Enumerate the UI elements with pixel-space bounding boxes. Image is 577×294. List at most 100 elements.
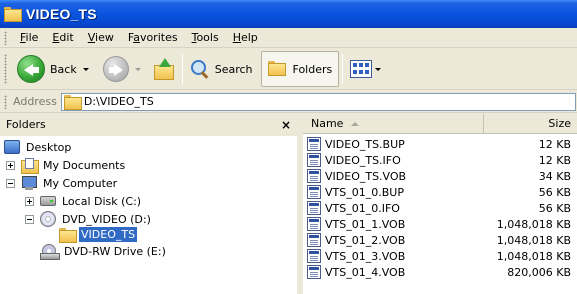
file-size: 820,006 KB xyxy=(507,265,571,279)
file-size: 1,048,018 KB xyxy=(496,233,571,247)
folders-pane-header: Folders × xyxy=(0,114,297,136)
dvd-disc-icon xyxy=(40,211,56,227)
file-list-pane: Name Size VIDEO_TS.BUP 12 KB VIDEO_TS.IF… xyxy=(303,114,577,294)
collapse-icon[interactable] xyxy=(25,214,34,224)
window-title: VIDEO_TS xyxy=(26,6,97,22)
menu-tools[interactable]: Tools xyxy=(185,29,226,47)
dvd-drive-icon xyxy=(40,244,60,260)
folder-open-icon xyxy=(59,227,77,243)
menu-favorites-post: vorites xyxy=(139,30,178,44)
file-name: VTS_01_0.IFO xyxy=(325,201,400,215)
hard-disk-icon xyxy=(40,196,56,206)
toolbar-grip[interactable] xyxy=(4,54,7,84)
tree-item-dvd-rw-e[interactable]: DVD-RW Drive (E:) xyxy=(40,242,168,260)
tree-item-label: Local Disk (C:) xyxy=(62,194,142,208)
tree-item-my-computer[interactable]: My Computer xyxy=(6,174,119,192)
file-row[interactable]: VTS_01_0.BUP 56 KB xyxy=(303,184,577,200)
menu-view-label: iew xyxy=(95,30,114,44)
file-icon xyxy=(307,217,321,231)
column-header-name[interactable]: Name xyxy=(303,114,484,133)
close-icon[interactable]: × xyxy=(281,118,291,132)
search-label: Search xyxy=(214,62,253,76)
folders-pane-title: Folders xyxy=(6,118,46,131)
menu-favorites[interactable]: Favorites xyxy=(121,29,185,47)
views-button[interactable] xyxy=(346,51,385,87)
views-dropdown-icon[interactable] xyxy=(375,67,382,71)
file-size: 34 KB xyxy=(538,169,571,183)
folder-icon xyxy=(4,7,22,22)
file-name: VTS_01_4.VOB xyxy=(325,265,406,279)
address-input[interactable]: D:\VIDEO_TS xyxy=(60,92,576,111)
file-name: VIDEO_TS.IFO xyxy=(325,153,401,167)
tree-item-local-disk-c[interactable]: Local Disk (C:) xyxy=(25,192,143,210)
file-icon xyxy=(307,153,321,167)
list-header: Name Size xyxy=(303,114,577,134)
toolbar-grip[interactable] xyxy=(4,30,7,45)
file-icon xyxy=(307,265,321,279)
file-row[interactable]: VTS_01_3.VOB 1,048,018 KB xyxy=(303,248,577,264)
desktop-icon xyxy=(4,140,20,154)
forward-button[interactable] xyxy=(99,51,145,87)
file-name: VTS_01_2.VOB xyxy=(325,233,406,247)
back-dropdown-icon[interactable] xyxy=(82,67,89,71)
file-name: VTS_01_1.VOB xyxy=(325,217,406,231)
file-name: VIDEO_TS.BUP xyxy=(325,137,405,151)
back-button[interactable]: Back xyxy=(13,51,93,87)
my-documents-icon xyxy=(21,158,39,174)
file-row[interactable]: VIDEO_TS.IFO 12 KB xyxy=(303,152,577,168)
file-row[interactable]: VIDEO_TS.VOB 34 KB xyxy=(303,168,577,184)
tree-item-label: Desktop xyxy=(26,140,72,154)
menu-view[interactable]: View xyxy=(81,29,121,47)
file-row[interactable]: VTS_01_1.VOB 1,048,018 KB xyxy=(303,216,577,232)
file-icon xyxy=(307,169,321,183)
tree-item-desktop[interactable]: Desktop xyxy=(4,138,73,156)
tree-item-video-ts[interactable]: VIDEO_TS xyxy=(59,225,138,243)
menu-edit-label: dit xyxy=(59,30,74,44)
folder-icon xyxy=(63,95,82,110)
collapse-icon[interactable] xyxy=(6,178,15,188)
folders-label: Folders xyxy=(292,62,333,76)
menu-file[interactable]: File xyxy=(13,29,45,47)
folders-button[interactable]: Folders xyxy=(260,51,340,87)
title-bar[interactable]: VIDEO_TS xyxy=(0,0,577,28)
tree-item-label: My Computer xyxy=(43,176,118,190)
folders-icon xyxy=(267,61,288,77)
tree-item-my-documents[interactable]: My Documents xyxy=(6,156,127,174)
menu-tools-label: ools xyxy=(196,30,219,44)
toolbar-grip[interactable] xyxy=(4,94,7,109)
sort-ascending-icon xyxy=(351,121,360,126)
menu-bar: File Edit View Favorites Tools Help xyxy=(0,28,577,48)
menu-file-label: ile xyxy=(25,30,39,44)
column-header-size[interactable]: Size xyxy=(484,114,577,133)
tree-item-label: My Documents xyxy=(43,158,126,172)
file-icon xyxy=(307,137,321,151)
file-icon xyxy=(307,233,321,247)
address-label: Address xyxy=(13,95,57,108)
file-size: 1,048,018 KB xyxy=(496,217,571,231)
up-folder-button[interactable] xyxy=(149,51,179,87)
standard-toolbar: Back Search Folders xyxy=(0,49,577,90)
file-row[interactable]: VIDEO_TS.BUP 12 KB xyxy=(303,136,577,152)
file-row[interactable]: VTS_01_0.IFO 56 KB xyxy=(303,200,577,216)
forward-dropdown-icon[interactable] xyxy=(134,67,141,71)
address-bar: Address D:\VIDEO_TS xyxy=(0,91,577,113)
menu-help-label: elp xyxy=(240,30,258,44)
menu-help[interactable]: Help xyxy=(226,29,265,47)
menu-edit[interactable]: Edit xyxy=(45,29,80,47)
file-name: VTS_01_3.VOB xyxy=(325,249,406,263)
file-size: 56 KB xyxy=(538,185,571,199)
column-name-label: Name xyxy=(311,117,344,130)
forward-arrow-icon xyxy=(102,56,129,82)
expand-icon[interactable] xyxy=(6,160,15,170)
file-size: 12 KB xyxy=(538,137,571,151)
file-size: 12 KB xyxy=(538,153,571,167)
address-value: D:\VIDEO_TS xyxy=(83,95,154,108)
file-row[interactable]: VTS_01_2.VOB 1,048,018 KB xyxy=(303,232,577,248)
file-row[interactable]: VTS_01_4.VOB 820,006 KB xyxy=(303,264,577,280)
search-button[interactable]: Search xyxy=(186,51,257,87)
menu-help-accel: H xyxy=(232,30,241,44)
toolbar-separator xyxy=(342,54,344,84)
file-name: VIDEO_TS.VOB xyxy=(325,169,407,183)
up-folder-icon xyxy=(153,58,175,80)
expand-icon[interactable] xyxy=(25,196,34,206)
